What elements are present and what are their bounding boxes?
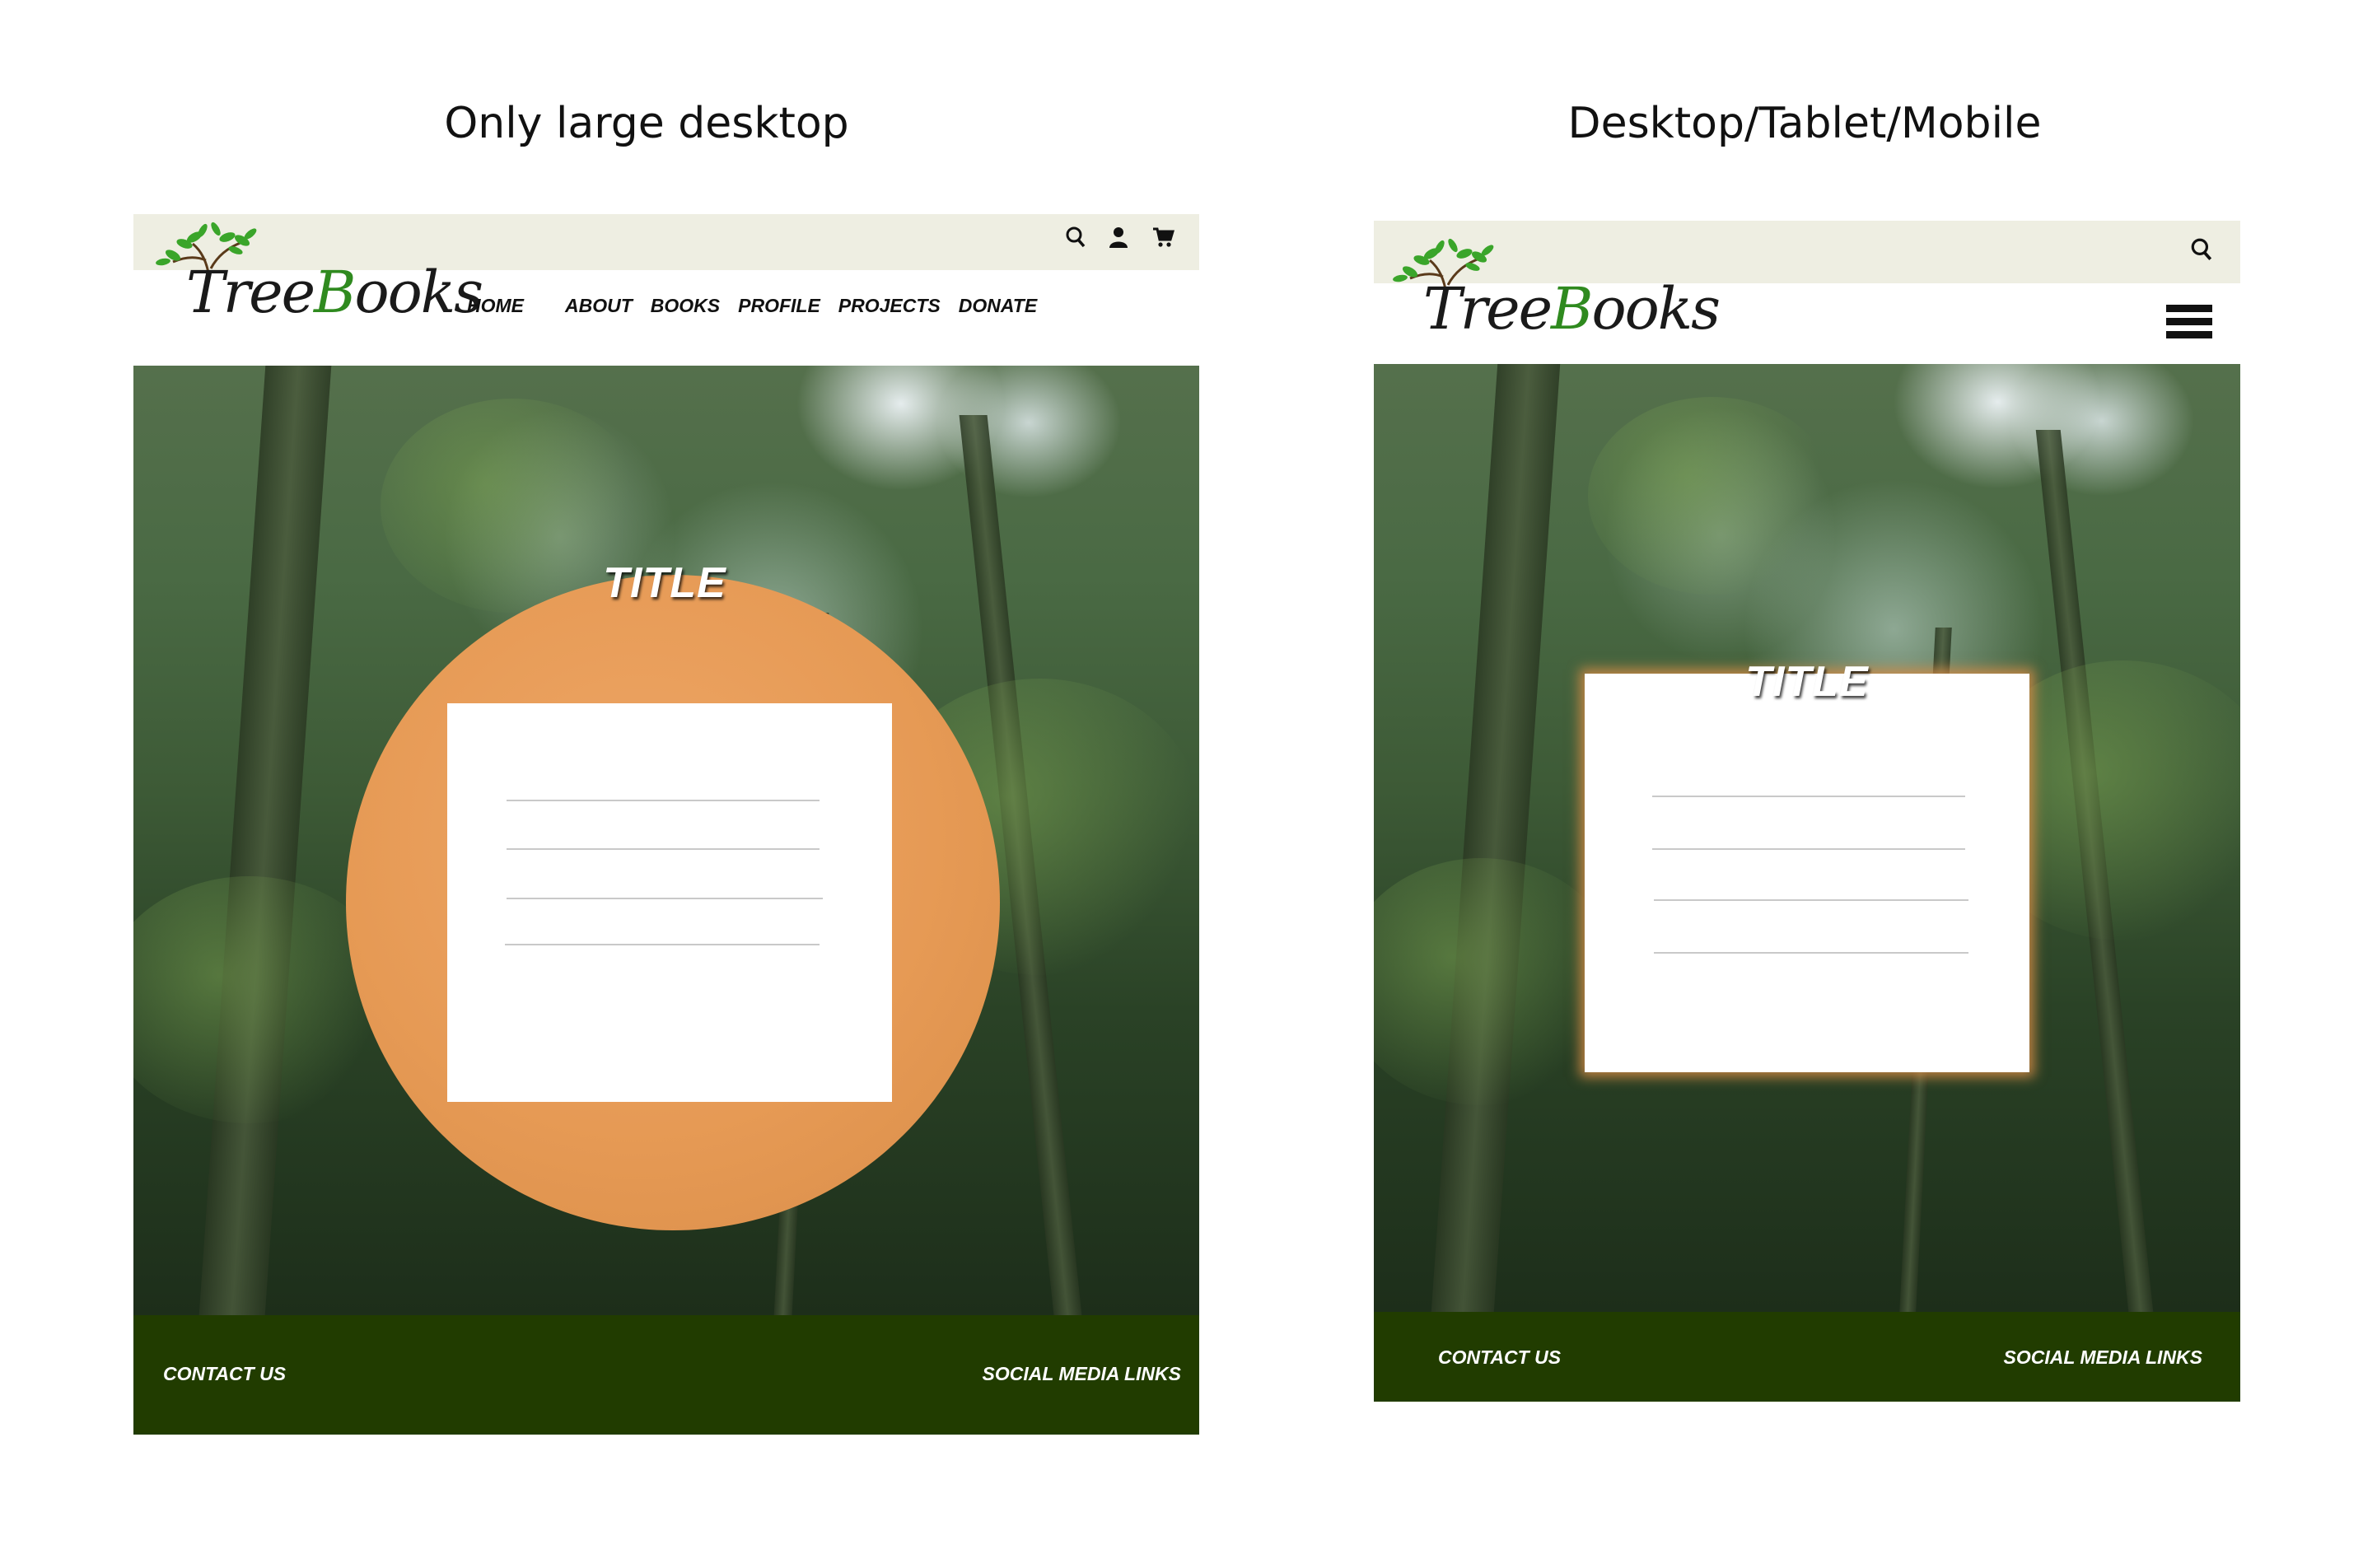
- nav-donate[interactable]: DONATE: [959, 295, 1037, 317]
- text-line: [1652, 796, 1965, 797]
- logo-text-tree: Tree: [186, 259, 315, 326]
- forest-hero: TITLE: [133, 366, 1199, 1315]
- text-line: [507, 898, 823, 899]
- logo-text-ooks: ooks: [354, 259, 483, 326]
- social-media-links[interactable]: SOCIAL MEDIA LINKS: [982, 1363, 1181, 1385]
- responsive-mockup: TreeBooks TITLE CONTACT US SOCIAL MEDIA …: [1374, 221, 2240, 1402]
- forest-hero: TITLE: [1374, 364, 2240, 1312]
- logo-text-b: B: [314, 259, 356, 326]
- large-desktop-mockup: TreeBooks HOME ABOUT BOOKS PROFILE PROJE…: [133, 214, 1199, 1435]
- treebooks-logo[interactable]: TreeBooks: [145, 219, 483, 343]
- logo-wordmark: TreeBooks: [1423, 275, 1721, 343]
- logo-text-b: B: [1551, 275, 1593, 343]
- text-line: [1654, 899, 1968, 901]
- foliage: [1588, 397, 1835, 595]
- content-card: [447, 703, 892, 1102]
- content-card: [1585, 674, 2029, 1072]
- utility-icons: [2191, 237, 2212, 262]
- search-icon[interactable]: [1066, 226, 1086, 249]
- contact-us-link[interactable]: CONTACT US: [163, 1363, 286, 1385]
- footer: CONTACT US SOCIAL MEDIA LINKS: [1374, 1312, 2240, 1402]
- hero-title: TITLE: [603, 559, 726, 607]
- contact-us-link[interactable]: CONTACT US: [1438, 1346, 1561, 1369]
- caption-large-desktop: Only large desktop: [444, 99, 849, 148]
- caption-desktop-tablet-mobile: Desktop/Tablet/Mobile: [1567, 99, 2042, 148]
- text-line: [507, 800, 820, 801]
- text-line: [505, 944, 820, 945]
- nav-projects[interactable]: PROJECTS: [838, 295, 941, 317]
- logo-wordmark: TreeBooks: [186, 259, 483, 326]
- user-icon[interactable]: [1109, 226, 1128, 249]
- text-line: [1652, 848, 1965, 850]
- main-nav: HOME ABOUT BOOKS PROFILE PROJECTS DONATE: [467, 293, 1037, 318]
- hero-title: TITLE: [1745, 658, 1869, 706]
- nav-books[interactable]: BOOKS: [651, 295, 720, 317]
- nav-home[interactable]: HOME: [467, 295, 524, 317]
- cart-icon[interactable]: [1151, 226, 1174, 249]
- utility-icons: [1066, 226, 1174, 249]
- text-line: [507, 848, 820, 850]
- logo-text-tree: Tree: [1423, 275, 1553, 343]
- nav-about[interactable]: ABOUT: [565, 295, 633, 317]
- social-media-links[interactable]: SOCIAL MEDIA LINKS: [2003, 1346, 2202, 1369]
- text-line: [1654, 952, 1968, 954]
- footer: CONTACT US SOCIAL MEDIA LINKS: [133, 1315, 1199, 1435]
- nav-profile[interactable]: PROFILE: [738, 295, 820, 317]
- logo-text-ooks: ooks: [1591, 275, 1721, 343]
- hamburger-menu-icon[interactable]: [2166, 305, 2212, 344]
- search-icon[interactable]: [2191, 237, 2212, 262]
- treebooks-logo[interactable]: TreeBooks: [1382, 236, 1721, 359]
